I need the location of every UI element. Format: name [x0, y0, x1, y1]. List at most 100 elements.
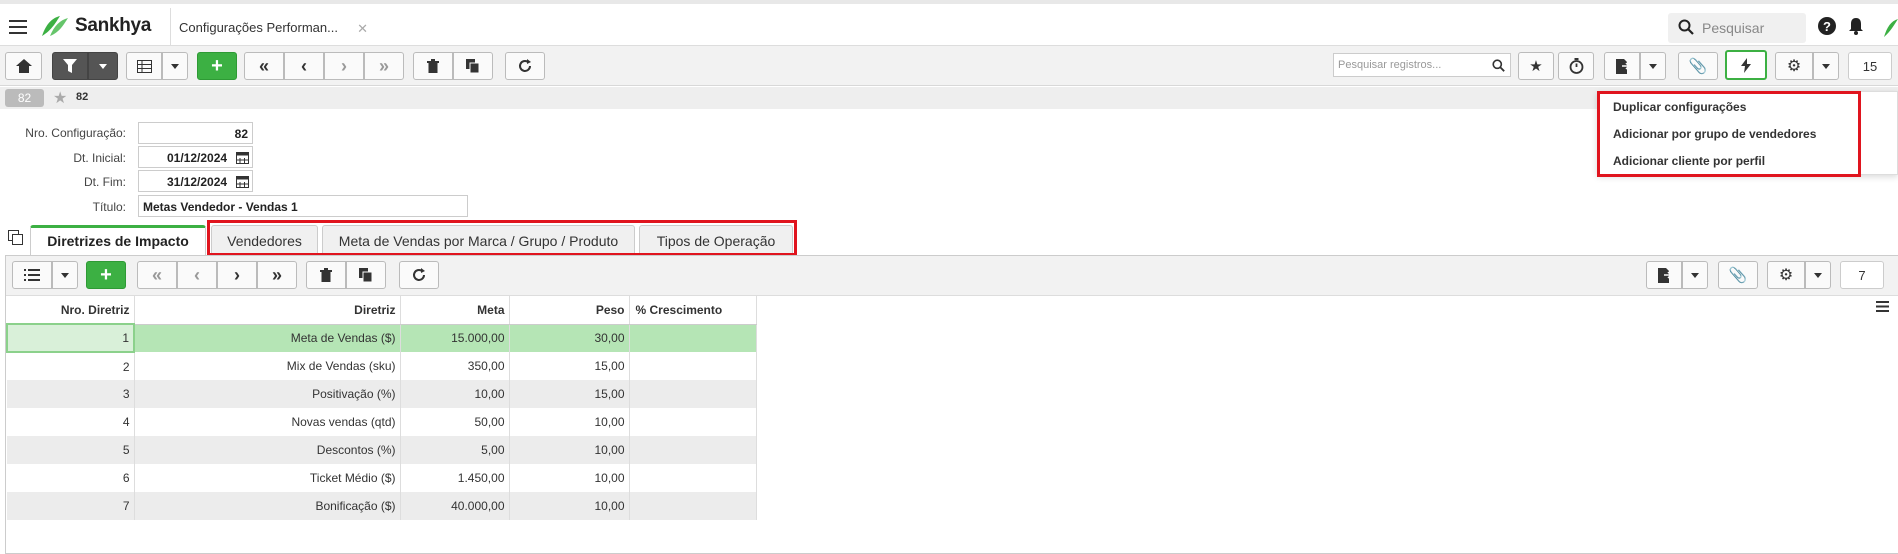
nro-configuracao-field[interactable]: 82 — [138, 122, 253, 144]
last-record-button[interactable]: » — [364, 52, 404, 80]
record-search-input[interactable]: Pesquisar registros... — [1333, 53, 1511, 77]
page-size-input[interactable]: 15 — [1848, 52, 1892, 80]
favorite-button[interactable]: ★ — [1518, 52, 1554, 80]
copy-tab-icon[interactable] — [8, 230, 23, 245]
column-header-peso[interactable]: Peso — [509, 296, 630, 325]
cell-meta[interactable]: 350,00 — [400, 352, 510, 380]
dt-inicial-field[interactable]: 01/12/2024 — [138, 146, 253, 168]
cell-meta[interactable]: 5,00 — [400, 436, 510, 464]
cell-peso[interactable]: 10,00 — [509, 492, 630, 520]
table-row[interactable]: 6 Ticket Médio ($) 1.450,00 10,00 — [7, 464, 757, 492]
detail-previous-button[interactable]: ‹ — [177, 261, 217, 289]
cell-diretriz[interactable]: Positivação (%) — [134, 380, 401, 408]
column-header-nro-diretriz[interactable]: Nro. Diretriz — [7, 296, 135, 325]
cell-diretriz[interactable]: Mix de Vendas (sku) — [134, 352, 401, 380]
refresh-button[interactable] — [505, 52, 545, 80]
detail-settings-button[interactable]: ⚙ — [1767, 261, 1805, 289]
cell-crescimento[interactable] — [629, 436, 757, 464]
add-button[interactable]: + — [197, 52, 237, 80]
filter-button[interactable] — [52, 52, 88, 80]
tab-diretrizes-de-impacto[interactable]: Diretrizes de Impacto — [30, 225, 206, 256]
cell-nro-diretriz[interactable]: 7 — [7, 492, 135, 520]
star-icon[interactable]: ★ — [53, 88, 67, 108]
copy-button[interactable] — [453, 52, 493, 80]
cell-crescimento[interactable] — [629, 352, 757, 380]
cell-crescimento[interactable] — [629, 408, 757, 436]
list-view-button[interactable] — [12, 261, 52, 289]
detail-first-button[interactable]: « — [137, 261, 177, 289]
export-button[interactable] — [1604, 52, 1640, 80]
cell-crescimento[interactable] — [629, 464, 757, 492]
attachment-button[interactable]: 📎 — [1678, 52, 1718, 80]
cell-diretriz[interactable]: Bonificação ($) — [134, 492, 401, 520]
detail-refresh-button[interactable] — [399, 261, 439, 289]
cell-crescimento[interactable] — [629, 324, 757, 352]
column-menu-icon[interactable] — [1876, 301, 1889, 312]
detail-next-button[interactable]: › — [217, 261, 257, 289]
grid-view-button[interactable] — [126, 52, 162, 80]
cell-meta[interactable]: 40.000,00 — [400, 492, 510, 520]
table-row[interactable]: 5 Descontos (%) 5,00 10,00 — [7, 436, 757, 464]
detail-page-size-input[interactable]: 7 — [1840, 261, 1884, 289]
detail-copy-button[interactable] — [346, 261, 386, 289]
filter-dropdown-button[interactable] — [88, 52, 118, 80]
cell-meta[interactable]: 10,00 — [400, 380, 510, 408]
table-row[interactable]: 1 Meta de Vendas ($) 15.000,00 30,00 — [6, 323, 757, 353]
cell-meta[interactable]: 15.000,00 — [400, 324, 510, 352]
column-header-crescimento[interactable]: % Crescimento — [629, 296, 757, 325]
cell-nro-diretriz[interactable]: 5 — [7, 436, 135, 464]
help-icon[interactable]: ? — [1818, 17, 1836, 35]
next-record-button[interactable]: › — [324, 52, 364, 80]
timer-button[interactable] — [1558, 52, 1594, 80]
table-row[interactable]: 4 Novas vendas (qtd) 50,00 10,00 — [7, 408, 757, 436]
cell-diretriz[interactable]: Novas vendas (qtd) — [134, 408, 401, 436]
actions-button[interactable] — [1725, 50, 1767, 80]
cell-diretriz[interactable]: Ticket Médio ($) — [134, 464, 401, 492]
detail-export-button[interactable] — [1646, 261, 1682, 289]
cell-peso[interactable]: 10,00 — [509, 408, 630, 436]
cell-nro-diretriz[interactable]: 6 — [7, 464, 135, 492]
table-row[interactable]: 3 Positivação (%) 10,00 15,00 — [7, 380, 757, 408]
delete-button[interactable] — [413, 52, 453, 80]
cell-nro-diretriz[interactable]: 1 — [6, 323, 135, 353]
settings-dropdown-button[interactable] — [1813, 52, 1839, 80]
dt-fim-field[interactable]: 31/12/2024 — [138, 170, 253, 192]
detail-export-dropdown-button[interactable] — [1682, 261, 1708, 289]
close-tab-icon[interactable]: ✕ — [357, 21, 368, 37]
global-search-input[interactable]: Pesquisar — [1668, 13, 1806, 43]
export-dropdown-button[interactable] — [1640, 52, 1666, 80]
menu-icon[interactable] — [9, 20, 27, 34]
cell-crescimento[interactable] — [629, 380, 757, 408]
calendar-icon[interactable] — [236, 151, 249, 164]
titulo-field[interactable]: Metas Vendedor - Vendas 1 — [138, 195, 468, 217]
previous-record-button[interactable]: ‹ — [284, 52, 324, 80]
detail-settings-dropdown-button[interactable] — [1805, 261, 1831, 289]
cell-diretriz[interactable]: Meta de Vendas ($) — [134, 324, 401, 352]
cell-meta[interactable]: 1.450,00 — [400, 464, 510, 492]
cell-peso[interactable]: 30,00 — [509, 324, 630, 352]
home-button[interactable] — [5, 52, 42, 80]
view-dropdown-button[interactable] — [162, 52, 188, 80]
cell-nro-diretriz[interactable]: 3 — [7, 380, 135, 408]
list-view-dropdown-button[interactable] — [52, 261, 78, 289]
detail-add-button[interactable]: + — [86, 261, 126, 289]
cell-diretriz[interactable]: Descontos (%) — [134, 436, 401, 464]
cell-peso[interactable]: 10,00 — [509, 436, 630, 464]
column-header-diretriz[interactable]: Diretriz — [134, 296, 401, 325]
brand-logo[interactable]: Sankhya — [40, 14, 151, 38]
detail-attachment-button[interactable]: 📎 — [1718, 261, 1758, 289]
detail-delete-button[interactable] — [306, 261, 346, 289]
detail-last-button[interactable]: » — [257, 261, 297, 289]
cell-peso[interactable]: 10,00 — [509, 464, 630, 492]
calendar-icon[interactable] — [236, 175, 249, 188]
table-row[interactable]: 7 Bonificação ($) 40.000,00 10,00 — [7, 492, 757, 520]
column-header-meta[interactable]: Meta — [400, 296, 510, 325]
cell-meta[interactable]: 50,00 — [400, 408, 510, 436]
cell-peso[interactable]: 15,00 — [509, 380, 630, 408]
cell-nro-diretriz[interactable]: 4 — [7, 408, 135, 436]
cell-crescimento[interactable] — [629, 492, 757, 520]
cell-peso[interactable]: 15,00 — [509, 352, 630, 380]
cell-nro-diretriz[interactable]: 2 — [7, 352, 135, 380]
bell-icon[interactable] — [1848, 17, 1864, 35]
table-row[interactable]: 2 Mix de Vendas (sku) 350,00 15,00 — [7, 352, 757, 380]
